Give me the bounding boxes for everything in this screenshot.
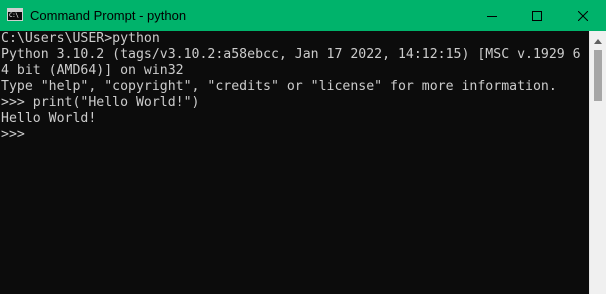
console-line: 4 bit (AMD64)] on win32 [1, 63, 184, 78]
console-line: C:\Users\USER>python [1, 31, 160, 46]
chevron-up-icon [594, 31, 602, 49]
minimize-icon [487, 11, 497, 21]
close-button[interactable] [560, 0, 606, 31]
console-line: >>> print("Hello World!") [1, 95, 200, 110]
scroll-up-button[interactable] [590, 31, 606, 48]
maximize-button[interactable] [514, 0, 560, 31]
cmd-icon[interactable]: C:\ [7, 8, 23, 21]
console-line: Hello World! [1, 111, 97, 126]
title-bar[interactable]: C:\ Command Prompt - python [0, 0, 606, 31]
console-prompt[interactable]: >>> [1, 127, 588, 143]
console-line: Type "help", "copyright", "credits" or "… [1, 79, 557, 94]
minimize-button[interactable] [469, 0, 515, 31]
cmd-icon-glyph: C:\ [9, 12, 19, 19]
console-line: Python 3.10.2 (tags/v3.10.2:a58ebcc, Jan… [1, 47, 581, 62]
console-output[interactable]: C:\Users\USER>python Python 3.10.2 (tags… [0, 31, 588, 294]
close-icon [578, 10, 588, 21]
command-prompt-window: C:\ Command Prompt - python C:\Users\USE… [0, 0, 606, 294]
window-title: Command Prompt - python [30, 8, 187, 23]
scrollbar-thumb[interactable] [594, 50, 602, 101]
vertical-scrollbar[interactable] [589, 31, 606, 294]
maximize-icon [532, 10, 542, 21]
